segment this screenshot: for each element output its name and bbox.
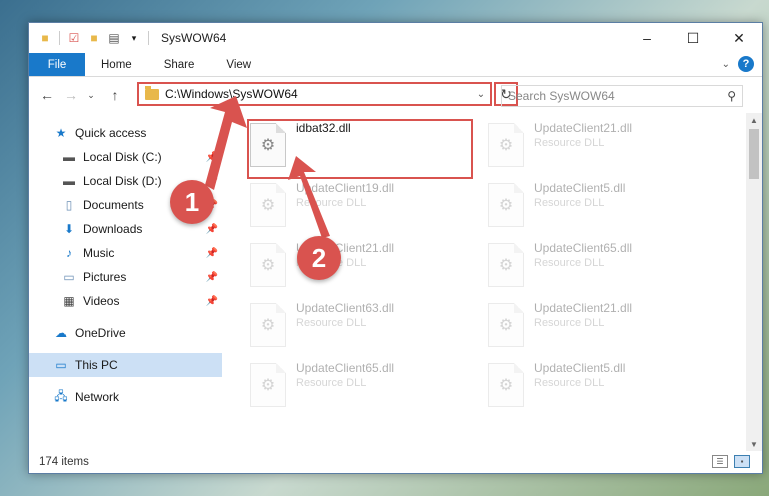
annotation-arrows (205, 96, 330, 238)
arrow-2 (288, 156, 330, 238)
step-2-badge: 2 (297, 236, 341, 280)
arrow-1 (205, 96, 247, 190)
step-1-badge: 1 (170, 180, 214, 224)
